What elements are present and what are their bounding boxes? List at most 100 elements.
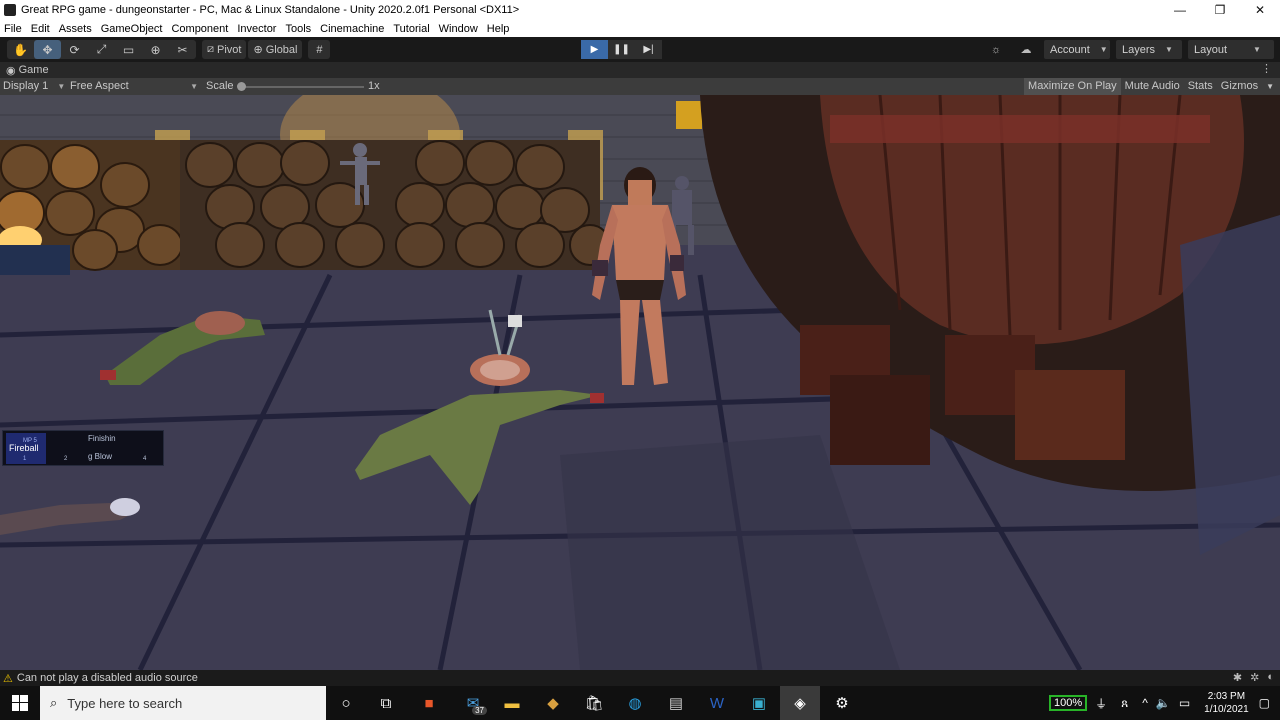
menu-window[interactable]: Window [439, 23, 478, 35]
menu-file[interactable]: File [4, 23, 22, 35]
store-icon[interactable]: 🛍 [574, 686, 614, 720]
close-button[interactable]: ✕ [1240, 3, 1280, 17]
screen: Great RPG game - dungeonstarter - PC, Ma… [0, 0, 1280, 720]
bug-icon[interactable]: ✱ [1233, 671, 1242, 684]
pivot-icon: ⧄ [207, 43, 214, 55]
tab-game[interactable]: Game [19, 64, 49, 76]
hand-tool-icon[interactable]: ✋ [7, 40, 34, 59]
mail-badge: 37 [472, 706, 487, 715]
chevron-down-icon: ▼ [190, 82, 198, 91]
cortana-icon[interactable]: ○ [326, 686, 366, 720]
collab-icon[interactable]: ☼ [984, 40, 1008, 59]
title-bar: Great RPG game - dungeonstarter - PC, Ma… [0, 0, 1280, 20]
pause-button[interactable]: ❚❚ [608, 40, 635, 59]
menu-tools[interactable]: Tools [285, 23, 311, 35]
menu-component[interactable]: Component [171, 23, 228, 35]
app-icon-yellow[interactable]: ◆ [533, 686, 573, 720]
mail-icon[interactable]: ✉ 37 [453, 686, 493, 720]
mute-audio-toggle[interactable]: Mute Audio [1121, 78, 1184, 95]
photos-icon[interactable]: ▣ [739, 686, 779, 720]
windows-logo-icon [12, 695, 28, 711]
layers-label: Layers [1122, 43, 1156, 56]
rotate-tool-icon[interactable]: ⟳ [61, 40, 88, 59]
app-icon-gray[interactable]: ▤ [656, 686, 696, 720]
slot-number: 4 [143, 456, 147, 462]
menu-edit[interactable]: Edit [31, 23, 50, 35]
layout-dropdown[interactable]: Layout ▼ [1188, 40, 1274, 59]
menu-cinemachine[interactable]: Cinemachine [320, 23, 384, 35]
skill-name: Finishin [88, 434, 116, 443]
window-title: Great RPG game - dungeonstarter - PC, Ma… [21, 4, 520, 16]
custom-tool-icon[interactable]: ✂ [169, 40, 196, 59]
clock[interactable]: 2:03 PM 1/10/2021 [1204, 690, 1249, 716]
scale-slider-handle[interactable] [237, 82, 246, 91]
warning-icon: ⚠ [3, 672, 13, 685]
scale-tool-icon[interactable]: ⤢ [88, 40, 115, 59]
menu-assets[interactable]: Assets [59, 23, 92, 35]
menu-gameobject[interactable]: GameObject [101, 23, 163, 35]
system-tray: 100% ⏚ ጸ ^ 🔈 ▭ 2:03 PM 1/10/2021 ▢ [1049, 686, 1280, 720]
stats-toggle[interactable]: Stats [1184, 78, 1217, 95]
rect-tool-icon[interactable]: ▭ [115, 40, 142, 59]
chevron-up-icon[interactable]: ^ [1142, 696, 1148, 710]
plug-icon: ⏚ [1095, 696, 1108, 711]
play-button[interactable]: ▶ [581, 40, 608, 59]
volume-icon[interactable]: 🔈 [1156, 696, 1171, 710]
maximize-on-play-toggle[interactable]: Maximize On Play [1024, 78, 1121, 95]
pivot-toggle[interactable]: ⧄ Pivot [202, 40, 247, 59]
scale-slider-track[interactable] [240, 86, 364, 88]
console-status-bar[interactable]: ⚠ Can not play a disabled audio source ✱… [0, 670, 1280, 686]
windows-taskbar: ⌕ Type here to search ○ ⧉ ■ ✉ 37 ▬ ◆ 🛍 ◍ … [0, 686, 1280, 720]
global-label: Global [265, 43, 298, 56]
layers-dropdown[interactable]: Layers ▼ [1116, 40, 1182, 59]
battery-indicator[interactable]: 100% [1049, 695, 1088, 711]
task-view-icon[interactable]: ⧉ [366, 686, 406, 720]
word-icon[interactable]: W [697, 686, 737, 720]
skill-name: Fireball [9, 443, 39, 453]
gamepad-icon: ◉ [6, 64, 16, 77]
step-button[interactable]: ▶| [635, 40, 662, 59]
game-tab-bar: ◉ Game ⋮ [0, 62, 1280, 78]
display-label: Display 1 [3, 80, 49, 92]
play-controls: ▶ ❚❚ ▶| [581, 40, 662, 59]
cache-icon[interactable]: ◐ [1267, 671, 1274, 684]
app-icon-red[interactable]: ■ [409, 686, 449, 720]
display-select[interactable]: Display 1 ▼ [3, 80, 65, 92]
lighting-icon[interactable]: ✲ [1250, 671, 1259, 684]
battery-icon[interactable]: ▭ [1179, 696, 1190, 710]
restore-button[interactable]: ❐ [1200, 3, 1240, 17]
settings-icon[interactable]: ⚙ [822, 686, 862, 720]
clock-date: 1/10/2021 [1204, 704, 1249, 715]
skill-hotbar: MP 5 Fireball 1 2 Finishin g Blow 4 [2, 430, 164, 466]
account-dropdown[interactable]: Account ▼ [1044, 40, 1110, 59]
people-icon[interactable]: ጸ [1121, 696, 1128, 711]
chevron-down-icon[interactable]: ▼ [1262, 78, 1280, 95]
game-viewport[interactable]: MP 5 Fireball 1 2 Finishin g Blow 4 [0, 95, 1280, 670]
global-toggle[interactable]: ⊕ Global [248, 40, 303, 59]
search-icon: ⌕ [50, 695, 58, 710]
menu-help[interactable]: Help [487, 23, 510, 35]
unity-logo-icon [4, 4, 16, 16]
move-tool-icon[interactable]: ✥ [34, 40, 61, 59]
start-button[interactable] [0, 686, 40, 720]
unity-taskbar-icon[interactable]: ◈ [780, 686, 820, 720]
menu-tutorial[interactable]: Tutorial [393, 23, 429, 35]
slot-number: 2 [64, 456, 68, 462]
globe-icon: ⊕ [253, 44, 263, 56]
file-explorer-icon[interactable]: ▬ [492, 686, 532, 720]
pivot-label: Pivot [217, 43, 242, 56]
taskbar-search[interactable]: ⌕ Type here to search [40, 686, 326, 720]
aspect-select[interactable]: Free Aspect ▼ [70, 80, 198, 92]
edge-icon[interactable]: ◍ [615, 686, 655, 720]
layout-label: Layout [1194, 43, 1228, 56]
notification-icon[interactable]: ▢ [1259, 696, 1270, 710]
yellow-sign [676, 101, 702, 129]
game-view-toggles: Maximize On Play Mute Audio Stats Gizmos… [1024, 78, 1280, 95]
more-options-icon[interactable]: ⋮ [1261, 62, 1272, 75]
transform-tool-icon[interactable]: ⊕ [142, 40, 169, 59]
menu-invector[interactable]: Invector [237, 23, 276, 35]
minimize-button[interactable]: — [1160, 3, 1200, 17]
grid-snap-button[interactable]: # [308, 40, 331, 59]
gizmos-toggle[interactable]: Gizmos [1217, 78, 1262, 95]
cloud-icon[interactable]: ☁ [1014, 40, 1038, 59]
